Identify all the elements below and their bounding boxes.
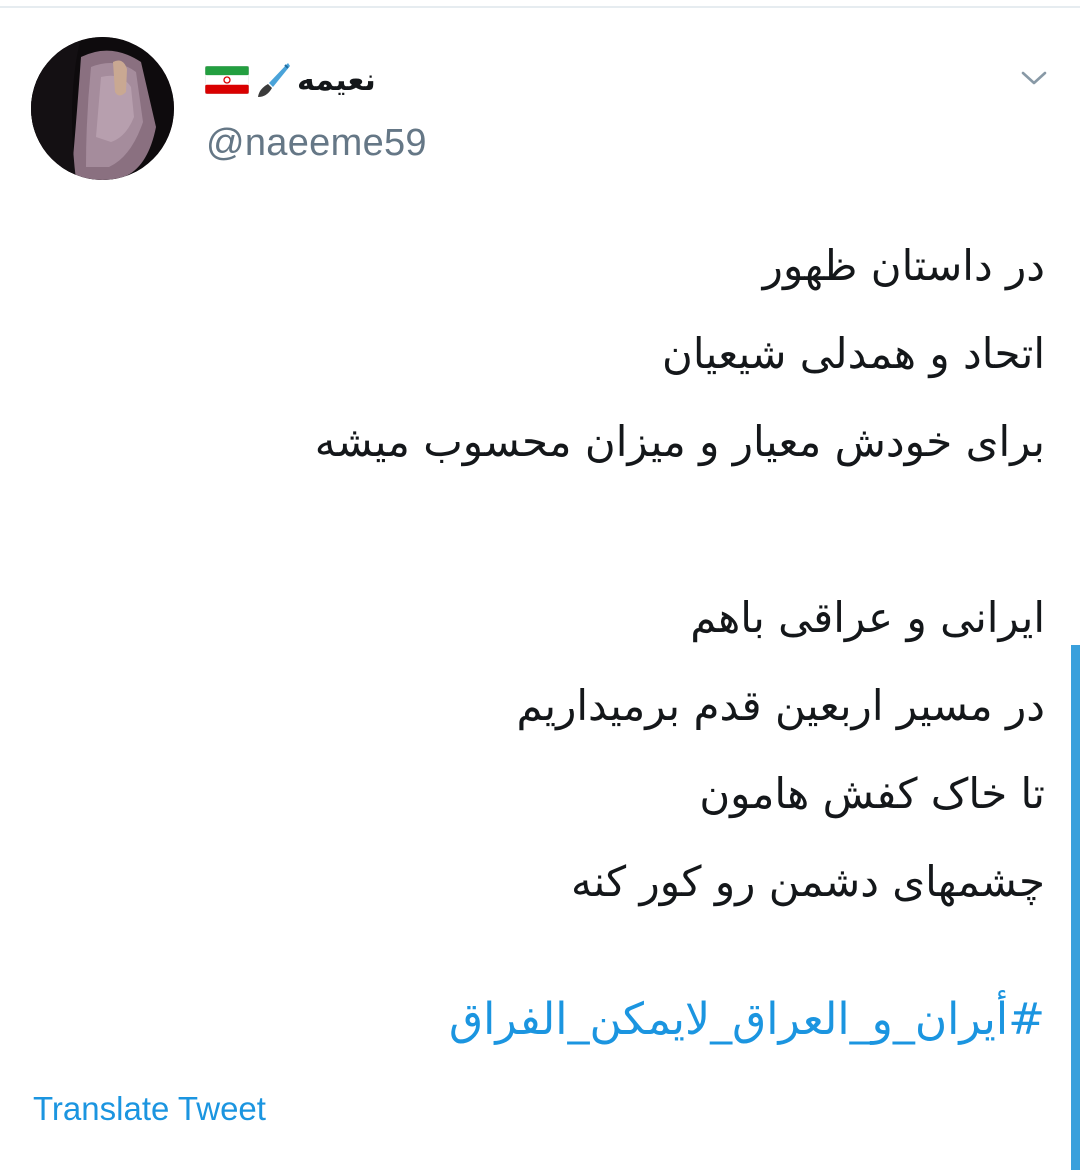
- tweet-line: اتحاد و همدلی شیعیان: [661, 329, 1045, 378]
- display-name: نعیمه: [297, 62, 376, 98]
- top-divider: [0, 6, 1080, 8]
- user-handle: @naeeme59: [206, 122, 427, 164]
- paintbrush-icon: [255, 61, 291, 99]
- scrollbar[interactable]: [1071, 645, 1080, 1170]
- tweet-line: ایرانی و عراقی باهم: [690, 593, 1045, 642]
- tweet-menu-button[interactable]: [1018, 62, 1050, 94]
- display-name-row[interactable]: نعیمه: [204, 55, 376, 105]
- avatar[interactable]: [31, 37, 174, 180]
- avatar-image: [31, 37, 174, 180]
- tweet-line: برای خودش معیار و میزان محسوب میشه: [314, 417, 1045, 466]
- tweet-line: در داستان ظهور: [762, 241, 1045, 290]
- tweet-text: در داستان ظهور اتحاد و همدلی شیعیان برای…: [145, 222, 1045, 926]
- tweet-line: در مسیر اربعین قدم برمیداریم: [516, 681, 1045, 730]
- tweet-line: چشمهای دشمن رو کور کنه: [570, 857, 1045, 906]
- hashtag-link[interactable]: #أيران_و_العراق_لايمكن_الفراق: [449, 980, 1045, 1060]
- translate-tweet-link[interactable]: Translate Tweet: [33, 1090, 266, 1128]
- tweet-line: تا خاک کفش هامون: [699, 769, 1045, 818]
- chevron-down-icon: [1021, 71, 1047, 85]
- iran-flag-icon: [204, 65, 250, 95]
- tweet-line: [145, 486, 1045, 574]
